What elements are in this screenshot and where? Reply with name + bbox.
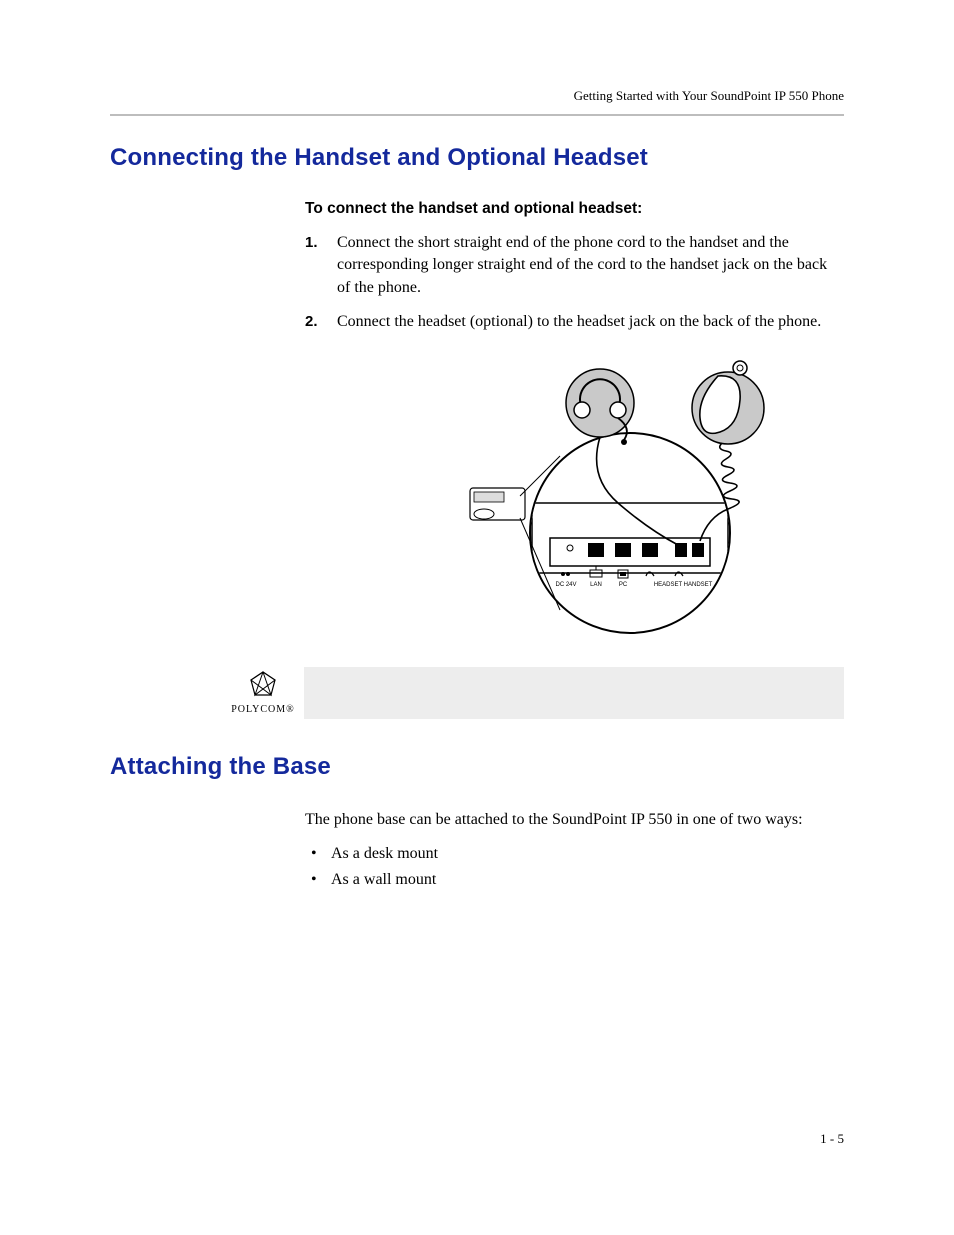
polycom-logo-icon	[249, 671, 277, 697]
mount-option-wall: As a wall mount	[305, 867, 844, 893]
note-bar	[304, 667, 844, 719]
port-label-headset: HEADSET	[654, 582, 683, 588]
polycom-logo: POLYCOM®	[222, 671, 304, 715]
procedure-subhead: To connect the handset and optional head…	[305, 200, 844, 218]
attaching-intro: The phone base can be attached to the So…	[305, 809, 844, 831]
port-label-dc: DC 24V	[555, 582, 576, 588]
polycom-reg-mark: ®	[286, 704, 295, 715]
connection-diagram: DC 24V LAN PC HEADSET HANDSET	[460, 348, 810, 653]
mount-option-desk: As a desk mount	[305, 841, 844, 867]
port-label-handset: HANDSET	[684, 582, 713, 588]
note-block: POLYCOM®	[222, 667, 844, 719]
running-head: Getting Started with Your SoundPoint IP …	[110, 88, 844, 104]
section-heading-attaching: Attaching the Base	[110, 753, 844, 781]
mount-options-list: As a desk mount As a wall mount	[305, 841, 844, 892]
step-1: Connect the short straight end of the ph…	[305, 232, 844, 299]
page-number: 1 - 5	[820, 1131, 844, 1147]
procedure-steps: Connect the short straight end of the ph…	[305, 232, 844, 334]
step-2: Connect the headset (optional) to the he…	[305, 311, 844, 333]
phone-ports-illustration-icon: DC 24V LAN PC HEADSET HANDSET	[460, 348, 780, 648]
port-label-lan: LAN	[590, 582, 602, 588]
port-label-pc: PC	[619, 582, 628, 588]
header-rule	[110, 114, 844, 116]
polycom-logo-text: POLYCOM	[231, 704, 286, 715]
section-heading-connecting: Connecting the Handset and Optional Head…	[110, 144, 844, 172]
